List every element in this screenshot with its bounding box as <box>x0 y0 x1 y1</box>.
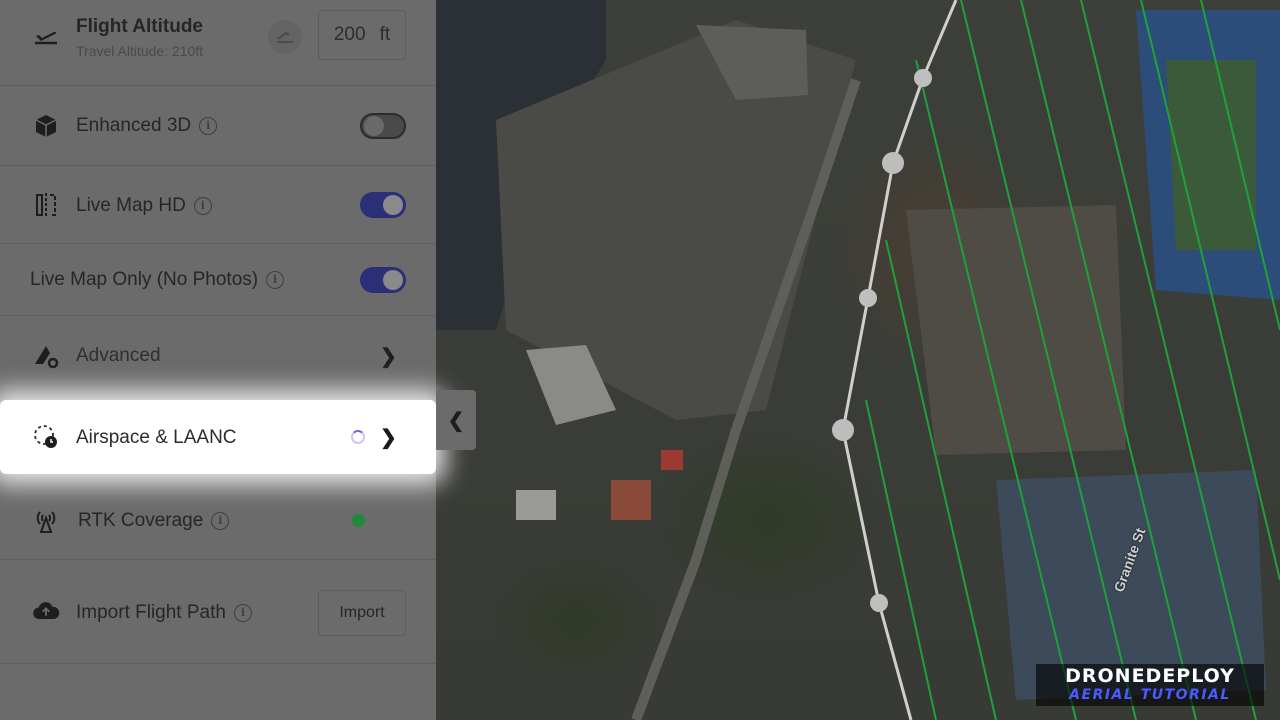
cloud-upload-icon <box>32 596 60 624</box>
waypoint-vertex[interactable] <box>832 419 854 441</box>
antenna-icon <box>32 506 60 534</box>
toggle-knob <box>383 270 403 290</box>
map-graphics <box>436 0 1280 720</box>
travel-altitude-sublabel: Travel Altitude: 210ft <box>76 43 204 59</box>
plane-takeoff-icon <box>32 22 60 50</box>
house-roof <box>611 480 651 520</box>
live-map-only-toggle[interactable] <box>360 267 406 293</box>
altitude-settings-icon[interactable] <box>268 20 302 54</box>
info-icon[interactable]: i <box>211 511 230 530</box>
house-roof <box>661 450 683 470</box>
watermark-title: DRONEDEPLOY <box>1065 665 1235 687</box>
chevron-left-icon: ❮ <box>447 409 465 432</box>
toggle-knob <box>364 116 384 136</box>
import-flight-path-label: Import Flight Path <box>76 602 226 623</box>
flight-altitude-label: Flight Altitude <box>76 16 203 37</box>
loading-spinner-icon <box>351 430 365 444</box>
airspace-clock-icon <box>32 423 60 451</box>
flight-settings-panel: Flight Altitude Travel Altitude: 210ft 2… <box>0 0 436 720</box>
house-roof <box>516 490 556 520</box>
athletic-field <box>1166 60 1256 250</box>
live-map-hd-label: Live Map HD <box>76 195 186 216</box>
building-roof <box>906 205 1126 455</box>
collapse-panel-button[interactable]: ❮ <box>436 390 476 450</box>
advanced-row[interactable]: Advanced ❯ <box>0 316 436 394</box>
chevron-right-icon: ❯ <box>380 346 397 368</box>
altitude-value: 200 <box>333 24 366 45</box>
enhanced-3d-row: Enhanced 3D i <box>0 86 436 166</box>
import-button[interactable]: Import <box>318 590 406 636</box>
flight-altitude-row: Flight Altitude Travel Altitude: 210ft 2… <box>0 0 436 86</box>
advanced-label: Advanced <box>76 345 161 366</box>
live-map-only-label: Live Map Only (No Photos) <box>30 269 259 290</box>
watermark-subtitle: AERIAL TUTORIAL <box>1069 687 1231 703</box>
live-map-hd-toggle[interactable] <box>360 192 406 218</box>
rtk-coverage-row: RTK Coverage i <box>0 480 436 560</box>
info-icon[interactable]: i <box>193 196 212 215</box>
enhanced-3d-toggle[interactable] <box>360 113 406 139</box>
toggle-knob <box>383 195 403 215</box>
import-flight-path-row: Import Flight Path i Import <box>0 560 436 664</box>
rtk-status-dot <box>352 514 365 527</box>
map-split-icon <box>32 191 60 219</box>
live-map-only-row: Live Map Only (No Photos) i <box>0 244 436 316</box>
waypoint-handles[interactable] <box>832 69 932 612</box>
drone-gear-icon <box>32 342 60 370</box>
live-map-hd-row: Live Map HD i <box>0 166 436 244</box>
chevron-right-icon: ❯ <box>380 427 397 449</box>
info-icon[interactable]: i <box>266 270 285 289</box>
satellite-map[interactable]: Granite St <box>436 0 1280 720</box>
airspace-laanc-row[interactable]: Airspace & LAANC ❯ <box>0 400 436 474</box>
cube-icon <box>32 112 60 140</box>
info-icon[interactable]: i <box>233 603 252 622</box>
airspace-laanc-label: Airspace & LAANC <box>76 427 237 448</box>
waypoint-vertex[interactable] <box>882 152 904 174</box>
rtk-coverage-label: RTK Coverage <box>78 510 204 531</box>
info-icon[interactable]: i <box>199 116 218 135</box>
waypoint-add-handle[interactable] <box>914 69 932 87</box>
tutorial-watermark: DRONEDEPLOY AERIAL TUTORIAL <box>1036 664 1264 706</box>
waypoint-add-handle[interactable] <box>859 289 877 307</box>
altitude-input[interactable]: 200 ft <box>318 10 406 60</box>
waypoint-add-handle[interactable] <box>870 594 888 612</box>
enhanced-3d-label: Enhanced 3D <box>76 115 192 136</box>
altitude-unit: ft <box>379 24 391 45</box>
